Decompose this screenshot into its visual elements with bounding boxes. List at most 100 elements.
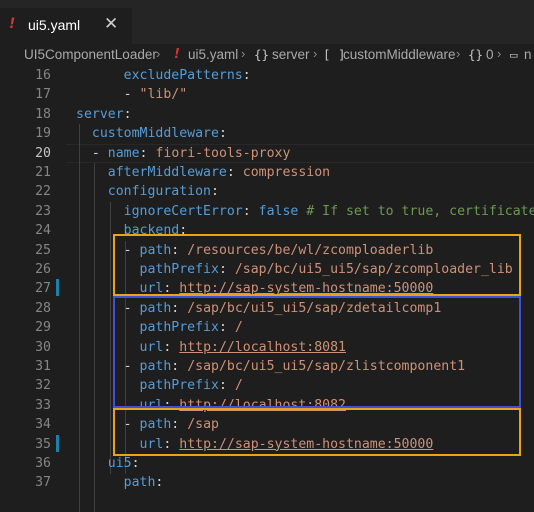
- code-token: :: [155, 475, 164, 491]
- line-number: 16: [35, 68, 51, 83]
- code-token: :: [210, 184, 219, 200]
- breadcrumb-separator-icon: ›: [313, 46, 318, 61]
- code-text: excludePatterns:: [76, 66, 251, 85]
- code-text: - name: fiori-tools-proxy: [76, 144, 291, 163]
- code-token: fiori-tools-proxy: [155, 145, 291, 161]
- tab-label: ui5.yaml: [28, 17, 81, 33]
- code-line[interactable]: 18 server:: [0, 105, 534, 124]
- line-number: 28: [35, 300, 51, 316]
- breadcrumb-server[interactable]: server: [272, 47, 310, 62]
- object-symbol-icon: {}: [254, 47, 270, 62]
- yaml-file-icon: !: [174, 47, 180, 62]
- line-number: 29: [35, 320, 51, 336]
- breadcrumb-folder[interactable]: UI5ComponentLoader: [24, 47, 157, 62]
- close-icon[interactable]: ✕: [104, 14, 118, 34]
- code-token: server: [76, 106, 124, 122]
- line-number: 30: [35, 339, 51, 355]
- code-line[interactable]: 20 - name: fiori-tools-proxy: [0, 144, 534, 163]
- yaml-file-icon: !: [9, 16, 16, 32]
- code-token: :: [131, 456, 140, 471]
- code-token: -: [123, 87, 140, 103]
- code-line[interactable]: 19 customMiddleware:: [0, 124, 534, 143]
- code-token: :: [123, 106, 132, 122]
- line-number: 37: [35, 475, 51, 491]
- object-symbol-icon: {}: [468, 47, 484, 62]
- line-number: 22: [35, 184, 51, 200]
- line-number: 36: [35, 456, 51, 471]
- line-number: 18: [35, 106, 51, 122]
- code-line[interactable]: 23 ignoreCertError: false # If set to tr…: [0, 202, 534, 221]
- code-token: ui5: [107, 456, 132, 471]
- line-number: 24: [35, 223, 51, 239]
- line-number: 21: [35, 165, 51, 180]
- code-token: -: [91, 145, 108, 161]
- code-token: :: [218, 126, 227, 142]
- code-token: ignoreCertError: [123, 203, 243, 219]
- highlight-box-blue: [113, 296, 521, 408]
- code-token: afterMiddleware: [107, 165, 227, 180]
- code-token: excludePatterns: [123, 68, 243, 83]
- tab-ui5-yaml[interactable]: ! ui5.yaml ✕: [0, 8, 132, 44]
- line-number: 32: [35, 378, 51, 394]
- highlight-box-orange-2: [113, 408, 521, 456]
- breadcrumb-custom-middleware[interactable]: customMiddleware: [343, 47, 456, 62]
- code-token: :: [242, 203, 259, 219]
- breadcrumb-separator-icon: ›: [497, 46, 502, 61]
- code-token: compression: [242, 165, 331, 180]
- line-number: 26: [35, 262, 51, 277]
- code-text: - "lib/": [76, 85, 188, 104]
- line-number: 25: [35, 242, 51, 258]
- code-line[interactable]: 21 afterMiddleware: compression: [0, 163, 534, 182]
- code-token: path: [123, 475, 156, 491]
- line-number: 34: [35, 417, 51, 433]
- breadcrumb-separator-icon: ›: [156, 46, 161, 61]
- line-number: 20: [35, 145, 51, 161]
- line-number: 19: [35, 126, 51, 142]
- line-number: 35: [35, 436, 51, 452]
- breadcrumb: UI5ComponentLoader › ! ui5.yaml › {} ser…: [0, 44, 534, 66]
- code-text: ignoreCertError: false # If set to true,…: [76, 202, 534, 221]
- code-token: :: [242, 68, 251, 83]
- line-number: 33: [35, 397, 51, 413]
- code-token: false: [258, 203, 299, 219]
- code-line[interactable]: 22 configuration:: [0, 182, 534, 201]
- code-line[interactable]: 17 - "lib/": [0, 85, 534, 104]
- code-line[interactable]: 36 ui5:: [0, 454, 534, 473]
- editor-tab-bar: ! ui5.yaml ✕: [0, 8, 534, 44]
- code-text: afterMiddleware: compression: [76, 163, 330, 182]
- code-line[interactable]: 37 path:: [0, 473, 534, 492]
- code-text: path:: [76, 473, 164, 492]
- line-number: 17: [35, 87, 51, 103]
- code-token: :: [139, 145, 156, 161]
- code-text: customMiddleware:: [76, 124, 227, 143]
- code-token: customMiddleware: [91, 126, 219, 142]
- code-token: configuration: [107, 184, 211, 200]
- breadcrumb-separator-icon: ›: [456, 46, 461, 61]
- breadcrumb-separator-icon: ›: [241, 46, 246, 61]
- property-symbol-icon: ▭: [510, 47, 518, 62]
- window-top-strip: [0, 0, 534, 8]
- code-token: "lib/": [139, 87, 188, 103]
- code-token: :: [226, 165, 243, 180]
- line-number: 23: [35, 203, 51, 219]
- code-text: ui5:: [76, 454, 140, 473]
- code-text: server:: [76, 105, 132, 124]
- breadcrumb-index[interactable]: 0: [486, 47, 494, 62]
- line-number: 27: [35, 281, 51, 297]
- breadcrumb-file[interactable]: ui5.yaml: [188, 47, 238, 62]
- breadcrumb-name[interactable]: n: [524, 47, 532, 62]
- code-token: # If set to true, certificate e: [298, 203, 534, 219]
- code-token: name: [107, 145, 140, 161]
- code-line[interactable]: 16 excludePatterns:: [0, 66, 534, 85]
- code-text: configuration:: [76, 182, 219, 201]
- highlight-box-orange-1: [113, 234, 521, 296]
